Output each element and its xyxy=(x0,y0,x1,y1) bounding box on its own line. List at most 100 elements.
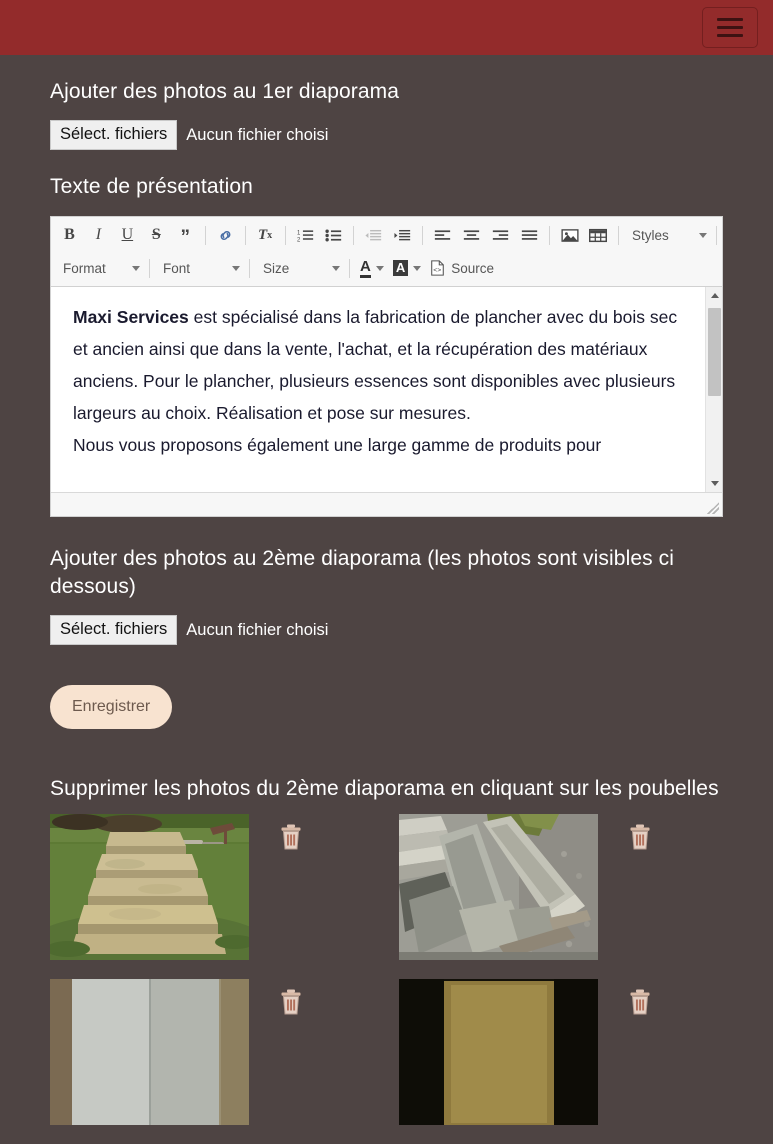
toolbar-separator xyxy=(284,225,286,245)
indent-icon[interactable] xyxy=(389,223,416,248)
editor-toolbar: B I U S ” Tx 1 2 Styles Format Font Size… xyxy=(51,216,722,287)
hamburger-bar xyxy=(717,18,743,21)
stone-lintels-gravel-image xyxy=(399,813,598,960)
toolbar-separator xyxy=(422,225,424,245)
delete-photos-heading: Supprimer les photos du 2ème diaporama e… xyxy=(50,777,719,801)
photo-cell xyxy=(399,978,748,1125)
image-icon[interactable] xyxy=(556,223,583,248)
toolbar-separator xyxy=(617,225,619,245)
delete-photo-button[interactable] xyxy=(628,989,652,1015)
photo-thumbnail[interactable] xyxy=(50,978,249,1125)
photo-cell xyxy=(399,813,748,960)
size-dropdown-label: Size xyxy=(263,260,290,276)
trash-icon xyxy=(281,989,301,1015)
presentation-heading: Texte de présentation xyxy=(50,175,253,199)
styles-dropdown-label: Styles xyxy=(631,227,669,243)
align-center-icon[interactable] xyxy=(458,223,485,248)
photo-thumbnail[interactable] xyxy=(399,978,598,1125)
editor-resize-grip[interactable] xyxy=(707,501,719,514)
slideshow2-heading: Ajouter des photos au 2ème diaporama (le… xyxy=(50,546,675,598)
bold-icon[interactable]: B xyxy=(56,223,83,248)
wood-beam-dark-image xyxy=(399,978,598,1125)
align-right-icon[interactable] xyxy=(487,223,514,248)
stone-slabs-image xyxy=(50,978,249,1125)
photo-thumbnail[interactable] xyxy=(399,813,598,960)
chevron-down-icon xyxy=(698,232,707,238)
editor-toolbar-row-2: Format Font Size A A <> Source xyxy=(51,252,722,285)
format-dropdown[interactable]: Format xyxy=(56,256,143,281)
numbered-list-icon[interactable]: 1 2 xyxy=(292,223,319,248)
source-button[interactable]: <> Source xyxy=(426,256,497,281)
editor-vertical-scrollbar[interactable] xyxy=(705,286,722,492)
scroll-down-arrow-icon[interactable] xyxy=(706,475,722,492)
styles-dropdown[interactable]: Styles xyxy=(625,223,710,248)
delete-photo-button[interactable] xyxy=(279,824,303,850)
link-icon[interactable] xyxy=(212,223,239,248)
editor-bold-company: Maxi Services xyxy=(73,306,189,327)
toolbar-separator xyxy=(244,225,246,245)
background-color-icon: A xyxy=(392,260,409,277)
slideshow1-file-status: Aucun fichier choisi xyxy=(186,125,329,144)
slideshow2-select-files-button[interactable]: Sélect. fichiers xyxy=(50,615,178,646)
navbar xyxy=(0,0,773,55)
blockquote-icon[interactable]: ” xyxy=(172,223,199,248)
save-button[interactable]: Enregistrer xyxy=(50,685,173,730)
main-content: Ajouter des photos au 1er diaporama Séle… xyxy=(0,78,773,1144)
trash-icon xyxy=(630,824,650,850)
scrollbar-thumb[interactable] xyxy=(708,307,721,396)
photo-thumbnail[interactable] xyxy=(50,813,249,960)
italic-icon[interactable]: I xyxy=(85,223,112,248)
editor-paragraph-2: Nous vous proposons également une large … xyxy=(73,434,602,455)
align-justify-icon[interactable] xyxy=(516,223,543,248)
slideshow1-select-files-button[interactable]: Sélect. fichiers xyxy=(50,120,178,151)
slideshow1-heading: Ajouter des photos au 1er diaporama xyxy=(50,80,400,103)
slideshow1-file-input[interactable]: Sélect. fichiers Aucun fichier choisi xyxy=(50,120,753,151)
toolbar-separator xyxy=(349,258,350,278)
remove-format-icon[interactable]: Tx xyxy=(252,223,279,248)
rich-text-editor: B I U S ” Tx 1 2 Styles Format Font Size… xyxy=(50,215,723,517)
outdent-icon[interactable] xyxy=(360,223,387,248)
background-color-dropdown[interactable]: A xyxy=(389,256,424,281)
trash-icon xyxy=(630,989,650,1015)
editor-text[interactable]: Maxi Services est spécialisé dans la fab… xyxy=(51,287,722,471)
font-dropdown-label: Font xyxy=(163,260,191,276)
hamburger-bar xyxy=(717,26,743,29)
svg-text:<>: <> xyxy=(433,266,441,274)
toolbar-separator xyxy=(715,225,717,245)
toolbar-separator xyxy=(149,258,150,278)
chevron-down-icon xyxy=(132,265,140,271)
svg-text:2: 2 xyxy=(297,237,300,243)
delete-photo-button[interactable] xyxy=(279,989,303,1015)
navbar-toggle-button[interactable] xyxy=(702,7,758,48)
chevron-down-icon xyxy=(375,265,384,271)
photo-grid xyxy=(50,813,753,1144)
format-dropdown-label: Format xyxy=(63,260,106,276)
svg-text:1: 1 xyxy=(297,230,301,236)
slideshow2-file-status: Aucun fichier choisi xyxy=(186,620,329,639)
trash-icon xyxy=(281,824,301,850)
text-color-icon: A xyxy=(360,259,371,278)
align-left-icon[interactable] xyxy=(429,223,456,248)
toolbar-separator xyxy=(204,225,206,245)
hamburger-bar xyxy=(717,34,743,37)
chevron-down-icon xyxy=(413,265,422,271)
bulleted-list-icon[interactable] xyxy=(321,223,348,248)
slideshow2-file-input[interactable]: Sélect. fichiers Aucun fichier choisi xyxy=(50,615,753,646)
source-code-icon: <> xyxy=(430,260,445,276)
toolbar-separator xyxy=(353,225,355,245)
editor-paragraph-1: Maxi Services est spécialisé dans la fab… xyxy=(73,301,692,429)
chevron-down-icon xyxy=(232,265,240,271)
size-dropdown[interactable]: Size xyxy=(256,256,343,281)
strikethrough-icon[interactable]: S xyxy=(143,223,170,248)
scroll-up-arrow-icon[interactable] xyxy=(706,287,722,304)
editor-toolbar-row-1: B I U S ” Tx 1 2 Styles xyxy=(51,219,722,252)
editor-content-area[interactable]: Maxi Services est spécialisé dans la fab… xyxy=(51,286,722,492)
chevron-down-icon xyxy=(332,265,340,271)
table-icon[interactable] xyxy=(585,223,612,248)
text-color-dropdown[interactable]: A xyxy=(356,256,387,281)
delete-photo-button[interactable] xyxy=(628,824,652,850)
editor-footer xyxy=(51,491,722,516)
underline-icon[interactable]: U xyxy=(114,223,141,248)
font-dropdown[interactable]: Font xyxy=(156,256,243,281)
toolbar-separator xyxy=(249,258,250,278)
